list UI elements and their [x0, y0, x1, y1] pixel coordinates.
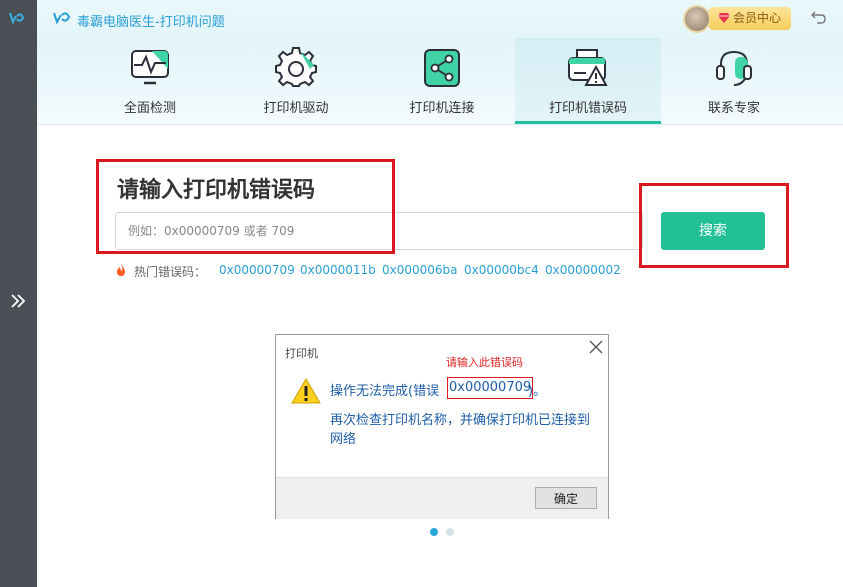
- title-bar: 毒霸电脑医生-打印机问题 会员中心: [37, 0, 843, 38]
- share-icon: [424, 49, 460, 87]
- tab-label: 打印机错误码: [548, 101, 627, 116]
- monitor-pulse-icon: [131, 50, 169, 85]
- tab-printer-error-code[interactable]: 打印机错误码: [515, 38, 661, 124]
- dialog-hint-annotation: 请输入此错误码: [446, 356, 523, 369]
- hot-codes-label: 热门错误码：: [134, 265, 207, 279]
- tab-label: 联系专家: [707, 101, 760, 116]
- dialog-title: 打印机: [285, 347, 318, 360]
- tab-label: 全面检测: [123, 101, 176, 116]
- carousel-dot-active[interactable]: [430, 528, 438, 536]
- tab-full-check[interactable]: 全面检测: [77, 38, 223, 124]
- hot-code-link[interactable]: 0x000006ba: [382, 263, 458, 277]
- carousel-dot[interactable]: [446, 528, 454, 536]
- tab-printer-connection[interactable]: 打印机连接: [369, 38, 515, 124]
- app-logo-icon: [53, 12, 71, 25]
- dialog-message-suffix: )。: [528, 384, 547, 399]
- feature-tabs: 全面检测 打印机驱动 打印机连接 打印机错误码 联系专家: [37, 38, 843, 125]
- printer-warning-icon: [568, 49, 608, 86]
- user-avatar[interactable]: [683, 5, 711, 33]
- gear-icon: [275, 47, 317, 87]
- dialog-message-detail: 再次检查打印机名称，并确保打印机已连接到网络: [330, 413, 591, 447]
- back-icon[interactable]: [811, 9, 827, 25]
- tab-label: 打印机驱动: [263, 101, 329, 116]
- headset-icon: [716, 50, 752, 86]
- hot-code-link[interactable]: 0x00000bc4: [464, 263, 539, 277]
- tab-label: 打印机连接: [409, 101, 475, 116]
- app-window: 毒霸电脑医生-打印机问题 会员中心 全面检测 打印机驱动 打印机连接 打印机错误…: [37, 0, 843, 587]
- app-title: 毒霸电脑医生-打印机问题: [77, 15, 225, 30]
- dialog-footer: 确定: [276, 477, 608, 519]
- vip-center-label: 会员中心: [733, 11, 782, 25]
- hot-code-link[interactable]: 0x0000011b: [300, 263, 376, 277]
- fire-icon: [117, 264, 125, 276]
- example-error-dialog: 打印机 请输入此错误码 操作无法完成(错误 0x00000709 )。 再次检查…: [275, 334, 609, 519]
- diamond-icon: [718, 13, 730, 23]
- active-tab-indicator: [515, 121, 661, 124]
- hot-code-link[interactable]: 0x00000002: [545, 263, 621, 277]
- app-logo-icon: [9, 12, 25, 25]
- vip-center-button[interactable]: 会员中心: [709, 7, 791, 30]
- dialog-message-prefix: 操作无法完成(错误: [330, 384, 440, 399]
- dialog-ok-button: 确定: [535, 487, 597, 509]
- left-collapsed-panel: [0, 0, 37, 587]
- expand-chevron-icon[interactable]: [9, 292, 27, 310]
- highlight-box-input: [96, 159, 395, 254]
- warning-icon: [291, 378, 321, 404]
- dialog-error-code: 0x00000709: [447, 377, 534, 399]
- highlight-box-search: [639, 183, 789, 268]
- hot-code-link[interactable]: 0x00000709: [219, 263, 295, 277]
- tab-printer-driver[interactable]: 打印机驱动: [223, 38, 369, 124]
- tab-contact-expert[interactable]: 联系专家: [661, 38, 807, 124]
- close-icon: [589, 340, 603, 354]
